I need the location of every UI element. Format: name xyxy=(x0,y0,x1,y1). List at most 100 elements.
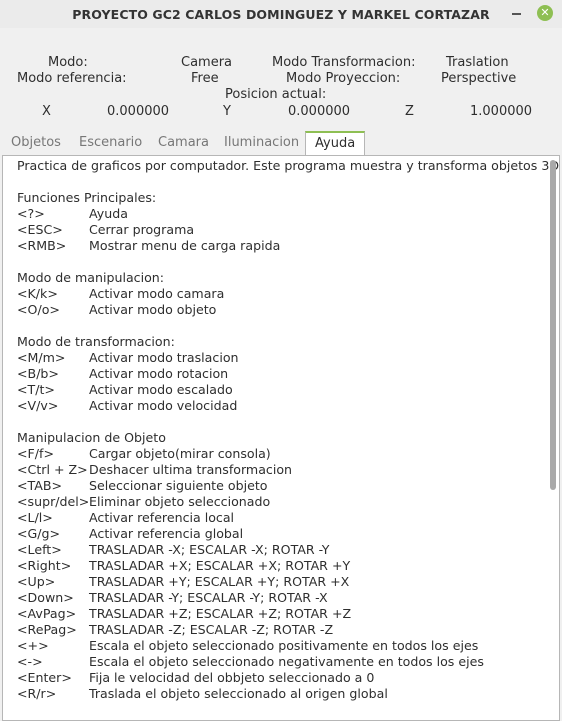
shortcut-row: <+> Escala el objeto seleccionado positiv… xyxy=(17,638,545,654)
shortcut-description: Cargar objeto(mirar consola) xyxy=(89,446,271,461)
help-intro: Practica de graficos por computador. Est… xyxy=(17,158,560,173)
section-title: Funciones Principales: xyxy=(17,190,157,205)
shortcut-row: <Left> TRASLADAR -X; ESCALAR -X; ROTAR -Y xyxy=(17,542,545,558)
shortcut-row: <G/g> Activar referencia global xyxy=(17,526,545,542)
shortcut-description: Activar modo rotacion xyxy=(89,366,229,381)
shortcut-key: <K/k> xyxy=(17,286,58,301)
window-title: PROYECTO GC2 CARLOS DOMINGUEZ Y MARKEL C… xyxy=(72,6,490,22)
referencia-label: Modo referencia: xyxy=(17,71,127,86)
shortcut-description: Activar referencia global xyxy=(89,526,244,541)
shortcut-key: <ESC> xyxy=(17,222,63,237)
shortcut-row: <F/f> Cargar objeto(mirar consola) xyxy=(17,446,545,462)
modo-label: Modo: xyxy=(48,55,88,70)
shortcut-key: <RePag> xyxy=(17,622,77,637)
section-title: Manipulacion de Objeto xyxy=(17,430,166,445)
x-label: X xyxy=(42,104,51,119)
shortcut-description: Activar modo objeto xyxy=(89,302,217,317)
shortcut-description: TRASLADAR +Z; ESCALAR +Z; ROTAR +Z xyxy=(89,606,352,621)
shortcut-key: <RMB> xyxy=(17,238,67,253)
shortcut-key: <M/m> xyxy=(17,350,66,365)
tab-escenario[interactable]: Escenario xyxy=(73,131,148,155)
proyeccion-value: Perspective xyxy=(441,71,517,86)
shortcut-key: <Ctrl + Z> xyxy=(17,462,88,477)
shortcut-key: <F/f> xyxy=(17,446,55,461)
shortcut-row: <B/b> Activar modo rotacion xyxy=(17,366,545,382)
title-bar: PROYECTO GC2 CARLOS DOMINGUEZ Y MARKEL C… xyxy=(0,0,562,28)
shortcut-row: <K/k> Activar modo camara xyxy=(17,286,545,302)
minimize-button[interactable] xyxy=(508,5,524,21)
status-panel: Modo: Camera Modo Transformacion: Trasla… xyxy=(0,28,562,128)
shortcut-description: Ayuda xyxy=(89,206,128,221)
shortcut-description: Activar modo camara xyxy=(89,286,225,301)
posicion-label: Posicion actual: xyxy=(225,87,327,102)
shortcut-description: TRASLADAR -Z; ESCALAR -Z; ROTAR -Z xyxy=(89,622,334,637)
shortcut-key: <V/v> xyxy=(17,398,59,413)
tab-ayuda[interactable]: Ayuda xyxy=(305,131,366,155)
transformacion-value: Traslation xyxy=(446,55,509,70)
shortcut-description: Eliminar objeto seleccionado xyxy=(89,494,271,509)
shortcut-key: <Down> xyxy=(17,590,74,605)
shortcut-row: <Right> TRASLADAR +X; ESCALAR +X; ROTAR +… xyxy=(17,558,545,574)
shortcut-key: <B/b> xyxy=(17,366,59,381)
section-title: Modo de transformacion: xyxy=(17,334,175,349)
scrollbar[interactable] xyxy=(550,160,556,490)
shortcut-description: Escala el objeto seleccionado positivame… xyxy=(89,638,479,653)
shortcut-key: <R/r> xyxy=(17,686,57,701)
shortcut-key: <+> xyxy=(17,638,49,653)
shortcut-row: <Down> TRASLADAR -Y; ESCALAR -Y; ROTAR -X xyxy=(17,590,545,606)
shortcut-key: <AvPag> xyxy=(17,606,77,621)
y-label: Y xyxy=(223,104,231,119)
shortcut-description: Deshacer ultima transformacion xyxy=(89,462,293,477)
shortcut-key: <Up> xyxy=(17,574,56,589)
shortcut-description: TRASLADAR -X; ESCALAR -X; ROTAR -Y xyxy=(89,542,330,557)
shortcut-row: <RePag> TRASLADAR -Z; ESCALAR -Z; ROTAR -… xyxy=(17,622,545,638)
shortcut-description: Seleccionar siguiente objeto xyxy=(89,478,268,493)
shortcut-description: Activar modo escalado xyxy=(89,382,233,397)
shortcut-row: <Enter> Fija le velocidad del obbjeto sel… xyxy=(17,670,545,686)
shortcut-row: <RMB> Mostrar menu de carga rapida xyxy=(17,238,545,254)
shortcut-description: TRASLADAR +Y; ESCALAR +Y; ROTAR +X xyxy=(89,574,350,589)
tab-objetos[interactable]: Objetos xyxy=(5,131,67,155)
shortcut-key: <TAB> xyxy=(17,478,63,493)
shortcut-row: <?> Ayuda xyxy=(17,206,545,222)
referencia-value: Free xyxy=(191,71,219,86)
shortcut-description: TRASLADAR +X; ESCALAR +X; ROTAR +Y xyxy=(89,558,351,573)
shortcut-description: Cerrar programa xyxy=(89,222,195,237)
y-value: 0.000000 xyxy=(288,104,351,119)
section-title: Modo de manipulacion: xyxy=(17,270,165,285)
shortcut-key: <L/l> xyxy=(17,510,53,525)
shortcut-key: <Left> xyxy=(17,542,62,557)
shortcut-description: Escala el objeto seleccionado negativame… xyxy=(89,654,484,669)
shortcut-row: <T/t> Activar modo escalado xyxy=(17,382,545,398)
help-panel: Practica de graficos por computador. Est… xyxy=(2,155,560,721)
z-value: 1.000000 xyxy=(470,104,533,119)
minimize-icon xyxy=(511,13,521,15)
shortcut-row: <Ctrl + Z> Deshacer ultima transformacion xyxy=(17,462,545,478)
x-value: 0.000000 xyxy=(107,104,170,119)
help-text: Practica de graficos por computador. Est… xyxy=(17,158,560,702)
shortcut-row: <R/r> Traslada el objeto seleccionado al … xyxy=(17,686,545,702)
shortcut-row: <Up> TRASLADAR +Y; ESCALAR +Y; ROTAR +X xyxy=(17,574,545,590)
tab-iluminacion[interactable]: Iluminacion xyxy=(218,131,305,155)
shortcut-key: <O/o> xyxy=(17,302,60,317)
tab-camara[interactable]: Camara xyxy=(152,131,215,155)
tab-bar: Objetos Escenario Camara Iluminacion Ayu… xyxy=(0,131,562,155)
shortcut-description: Mostrar menu de carga rapida xyxy=(89,238,281,253)
close-icon: ✕ xyxy=(540,6,550,19)
shortcut-description: TRASLADAR -Y; ESCALAR -Y; ROTAR -X xyxy=(89,590,328,605)
shortcut-description: Activar modo velocidad xyxy=(89,398,238,413)
shortcut-row: <supr/del> Eliminar objeto seleccionado xyxy=(17,494,545,510)
shortcut-key: <Right> xyxy=(17,558,72,573)
shortcut-row: <TAB> Seleccionar siguiente objeto xyxy=(17,478,545,494)
shortcut-row: <L/l> Activar referencia local xyxy=(17,510,545,526)
close-button[interactable]: ✕ xyxy=(537,5,553,21)
shortcut-row: <ESC> Cerrar programa xyxy=(17,222,545,238)
shortcut-description: Activar referencia local xyxy=(89,510,235,525)
shortcut-key: <T/t> xyxy=(17,382,55,397)
shortcut-key: <Enter> xyxy=(17,670,72,685)
shortcut-key: <supr/del> xyxy=(17,494,90,509)
shortcut-row: <M/m> Activar modo traslacion xyxy=(17,350,545,366)
modo-value: Camera xyxy=(181,55,233,70)
